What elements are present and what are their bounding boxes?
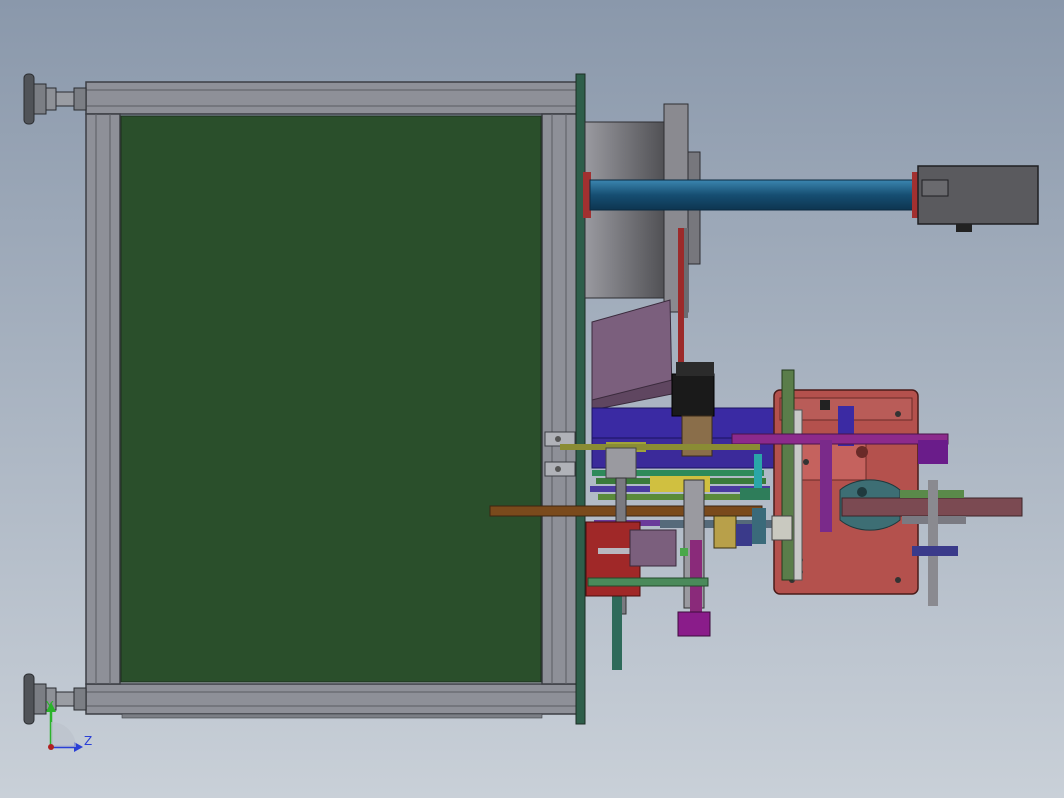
- gearbox[interactable]: [917, 165, 1039, 232]
- cad-viewport[interactable]: Y Z: [0, 0, 1064, 798]
- rail-magenta[interactable]: [731, 433, 949, 445]
- frame-top-rail[interactable]: [85, 81, 579, 115]
- purple-block[interactable]: [677, 611, 711, 637]
- enclosure-panel[interactable]: [120, 115, 542, 683]
- vertical-post[interactable]: [605, 447, 637, 479]
- triad-z-label: Z: [84, 734, 92, 748]
- triad-origin: [48, 744, 54, 750]
- cad-canvas[interactable]: Y Z: [0, 0, 1064, 798]
- frame-left-post[interactable]: [85, 113, 121, 685]
- guide-rail[interactable]: [781, 369, 795, 581]
- mounting-plate[interactable]: [575, 73, 586, 725]
- frame-bottom-rail[interactable]: [85, 683, 579, 715]
- machine-frame[interactable]: [85, 73, 586, 725]
- triad-y-label: Y: [45, 699, 54, 713]
- frame-right-post[interactable]: [541, 113, 579, 685]
